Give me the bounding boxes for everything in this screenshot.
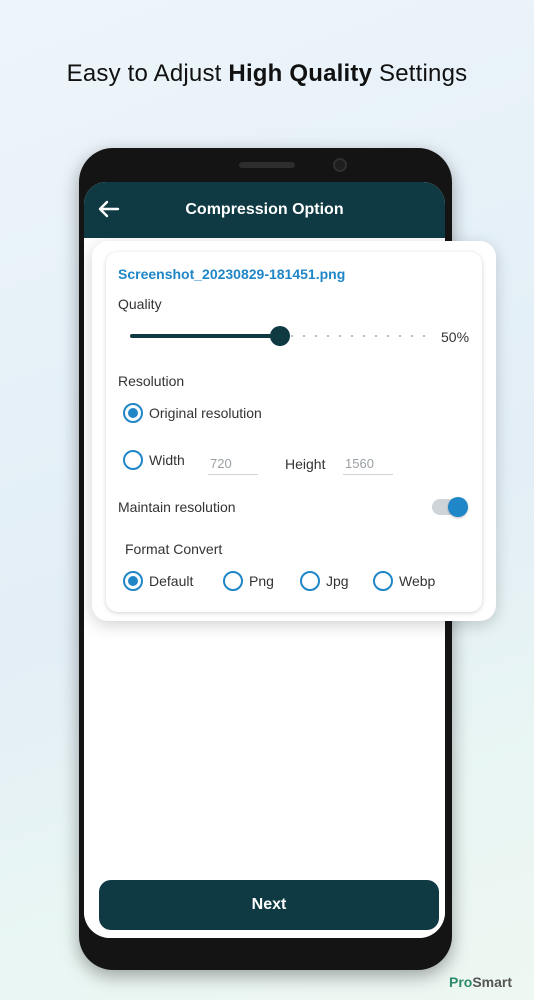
speaker-grille (239, 162, 295, 168)
format-png-radio[interactable] (223, 571, 243, 591)
resolution-label: Resolution (118, 373, 185, 389)
quality-label: Quality (118, 296, 162, 312)
headline-post: Settings (372, 60, 468, 87)
quality-slider[interactable] (130, 326, 430, 346)
brand-pro: Pro (449, 974, 473, 990)
headline-pre: Easy to Adjust (66, 60, 229, 87)
format-convert-label: Format Convert (125, 541, 223, 557)
toggle-knob (448, 497, 468, 517)
app-bar-title: Compression Option (185, 201, 344, 218)
headline-bold: High Quality (228, 60, 373, 87)
slider-fill (130, 334, 280, 338)
width-label: Width (149, 452, 185, 468)
format-webp-radio[interactable] (373, 571, 393, 591)
format-png-label: Png (249, 573, 274, 589)
format-default-label: Default (149, 573, 194, 589)
format-jpg-radio[interactable] (300, 571, 320, 591)
front-camera (333, 158, 347, 172)
format-jpg-label: Jpg (326, 573, 349, 589)
width-input[interactable]: 720 (208, 455, 258, 475)
brand-smart: Smart (472, 974, 513, 990)
slider-thumb[interactable] (270, 326, 290, 346)
brand-logo: ProSmart (449, 974, 512, 990)
original-resolution-radio[interactable] (123, 403, 143, 423)
maintain-resolution-toggle[interactable] (432, 497, 468, 517)
original-resolution-label: Original resolution (149, 405, 262, 421)
next-button[interactable]: Next (99, 880, 439, 930)
height-input[interactable]: 1560 (343, 455, 393, 475)
file-name: Screenshot_20230829-181451.png (118, 266, 346, 282)
custom-size-radio[interactable] (123, 450, 143, 470)
app-bar: Compression Option (84, 182, 445, 238)
quality-value: 50% (441, 329, 470, 345)
headline: Easy to Adjust High Quality Settings (0, 60, 534, 88)
compression-card-inner (106, 252, 482, 612)
format-default-radio[interactable] (123, 571, 143, 591)
height-label: Height (285, 456, 326, 472)
format-webp-label: Webp (399, 573, 436, 589)
maintain-resolution-label: Maintain resolution (118, 499, 236, 515)
